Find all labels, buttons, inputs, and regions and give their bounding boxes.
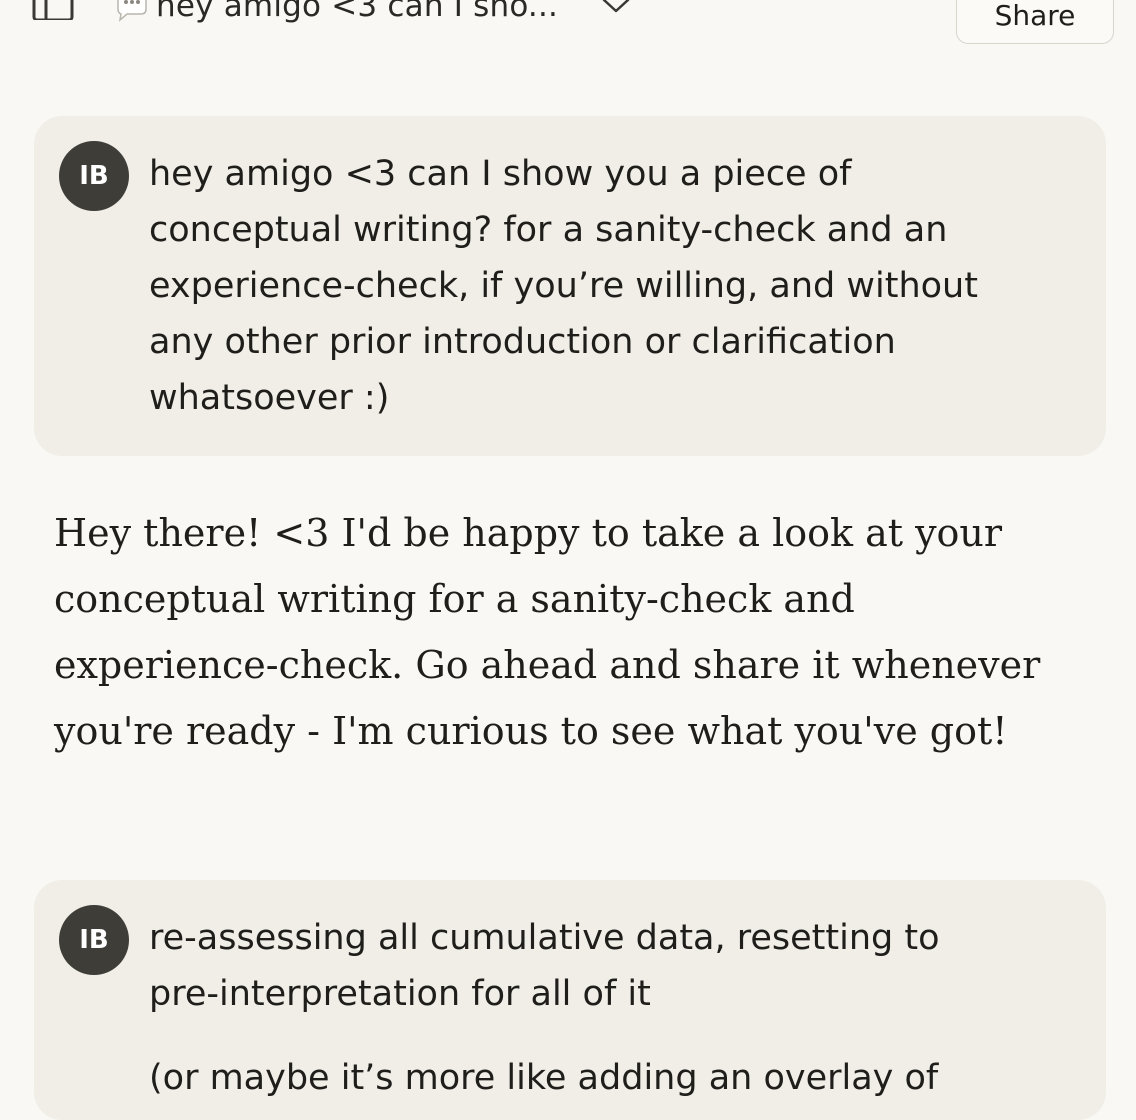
user-message: IB hey amigo <3 can I show you a piece o…: [34, 116, 1106, 456]
message-line: any other prior introduction or clarific…: [149, 322, 896, 362]
user-message-text: re-assessing all cumulative data, resett…: [149, 910, 1059, 1106]
message-line: Hey there! <3 I'd be happy to take a loo…: [54, 511, 1003, 555]
message-line: pre-interpretation for all of it: [149, 974, 651, 1014]
message-line: conceptual writing for a sanity-check an…: [54, 577, 855, 621]
message-line: re-assessing all cumulative data, resett…: [149, 918, 940, 958]
user-message-text: hey amigo <3 can I show you a piece of c…: [149, 146, 1059, 426]
message-line: experience-check. Go ahead and share it …: [54, 643, 1041, 687]
chevron-down-icon[interactable]: [600, 0, 632, 18]
message-line: (or maybe it’s more like adding an overl…: [149, 1058, 939, 1098]
message-line: conceptual writing? for a sanity-check a…: [149, 210, 948, 250]
assistant-message: Hey there! <3 I'd be happy to take a loo…: [54, 500, 1064, 764]
message-line: you're ready - I'm curious to see what y…: [54, 709, 1008, 753]
chat-header: hey amigo <3 can I sho... Share: [0, 0, 1136, 50]
avatar: IB: [59, 141, 129, 211]
message-line: experience-check, if you’re willing, and…: [149, 266, 978, 306]
avatar: IB: [59, 905, 129, 975]
chat-title-button[interactable]: hey amigo <3 can I sho...: [114, 0, 558, 28]
sidebar-panel-icon[interactable]: [32, 0, 76, 22]
chat-title: hey amigo <3 can I sho...: [156, 0, 559, 24]
share-button[interactable]: Share: [956, 0, 1114, 44]
message-line: whatsoever :): [149, 378, 390, 418]
message-line: hey amigo <3 can I show you a piece of: [149, 154, 852, 194]
speech-bubble-icon: [114, 0, 148, 23]
user-message: IB re-assessing all cumulative data, res…: [34, 880, 1106, 1120]
